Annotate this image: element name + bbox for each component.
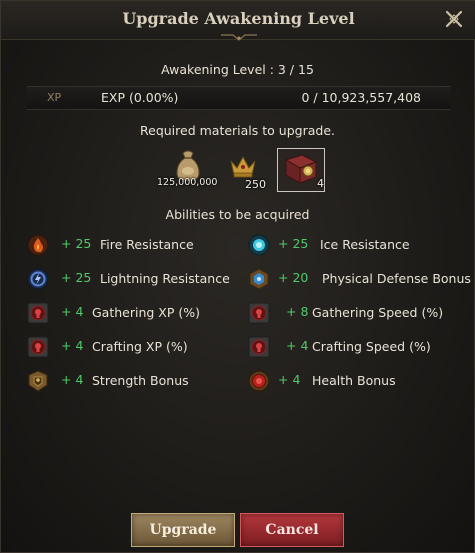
- ability-name: Physical Defense Bonus: [322, 271, 471, 286]
- ability-value: + 4: [278, 372, 301, 387]
- material-quantity: 125,000,000: [157, 177, 218, 188]
- lightning-resistance-icon: [27, 268, 49, 290]
- ability-value: + 25: [278, 236, 309, 251]
- ability-name: Fire Resistance: [100, 237, 194, 252]
- ability-name: Crafting XP (%): [92, 339, 188, 354]
- gathering-xp-icon: [27, 302, 49, 324]
- ability-value: + 20: [278, 270, 309, 285]
- title-ornament-icon: [220, 34, 257, 41]
- ability-name: Gathering Speed (%): [312, 305, 444, 320]
- upgrade-awakening-dialog: Upgrade Awakening Level Awakening Level …: [0, 0, 475, 553]
- ability-gathering-speed: + 8 Gathering Speed (%): [248, 302, 458, 328]
- material-quantity: 4: [317, 177, 324, 190]
- ability-crafting-xp: + 4 Crafting XP (%): [27, 336, 227, 362]
- close-icon[interactable]: [444, 9, 464, 29]
- title-bar: Upgrade Awakening Level: [1, 1, 475, 41]
- ability-name: Ice Resistance: [320, 237, 410, 252]
- ability-strength-bonus: + 4 Strength Bonus: [27, 370, 227, 396]
- ability-value: + 4: [61, 338, 84, 353]
- xp-value: 0 / 10,923,557,408: [301, 90, 421, 105]
- abilities-label: Abilities to be acquired: [165, 207, 310, 222]
- dialog-title: Upgrade Awakening Level: [122, 9, 355, 28]
- awakening-book-icon: [284, 154, 318, 184]
- ice-resistance-icon: [248, 234, 270, 256]
- ability-value: + 8: [286, 304, 309, 319]
- ability-value: + 25: [61, 270, 92, 285]
- physical-defense-icon: [249, 268, 269, 290]
- ability-value: + 25: [61, 236, 92, 251]
- xp-percent: EXP (0.00%): [101, 90, 179, 105]
- fire-resistance-icon: [27, 234, 49, 256]
- crafting-speed-icon: [248, 336, 270, 358]
- crown-icon: [230, 155, 256, 178]
- ability-fire-resistance: + 25 Fire Resistance: [27, 234, 227, 260]
- upgrade-button[interactable]: Upgrade: [131, 513, 235, 547]
- gathering-speed-icon: [248, 302, 270, 324]
- ability-lightning-resistance: + 25 Lightning Resistance: [27, 268, 242, 294]
- ability-crafting-speed: + 4 Crafting Speed (%): [248, 336, 458, 362]
- health-bonus-icon: [248, 370, 270, 392]
- cancel-button[interactable]: Cancel: [240, 513, 344, 547]
- material-awakening-book[interactable]: 4: [277, 148, 325, 192]
- xp-tag: XP: [47, 91, 62, 104]
- ability-value: + 4: [61, 372, 84, 387]
- ability-gathering-xp: + 4 Gathering XP (%): [27, 302, 227, 328]
- ability-name: Gathering XP (%): [92, 305, 201, 320]
- ability-ice-resistance: + 25 Ice Resistance: [248, 234, 458, 260]
- ability-value: + 4: [61, 304, 84, 319]
- awakening-level-text: Awakening Level : 3 / 15: [161, 62, 314, 77]
- ability-name: Strength Bonus: [92, 373, 189, 388]
- strength-bonus-icon: [28, 370, 48, 392]
- ability-health-bonus: + 4 Health Bonus: [248, 370, 458, 396]
- required-materials-label: Required materials to upgrade.: [140, 123, 335, 138]
- xp-bar: XP EXP (0.00%) 0 / 10,923,557,408: [27, 86, 451, 110]
- crafting-xp-icon: [27, 336, 49, 358]
- ability-name: Lightning Resistance: [100, 271, 230, 286]
- ability-name: Crafting Speed (%): [312, 339, 431, 354]
- material-crown[interactable]: 250: [227, 151, 269, 191]
- ability-value: + 4: [286, 338, 309, 353]
- material-quantity: 250: [245, 178, 266, 191]
- material-silver[interactable]: 125,000,000: [157, 149, 219, 189]
- ability-name: Health Bonus: [312, 373, 396, 388]
- ability-physical-defense: + 20 Physical Defense Bonus: [248, 268, 471, 294]
